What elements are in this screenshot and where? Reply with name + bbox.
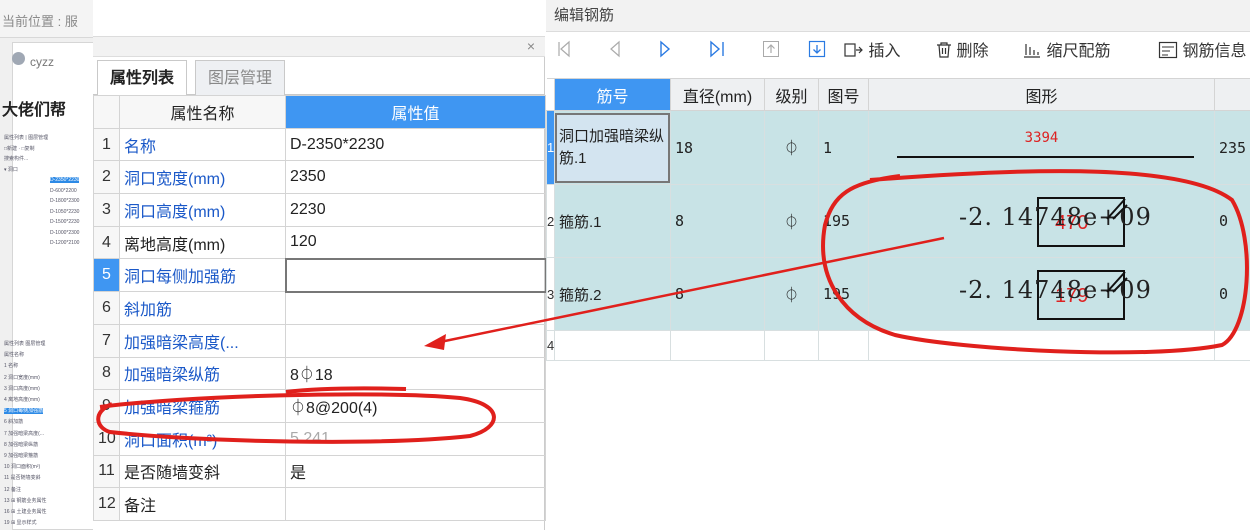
screenshot-root: 当前位置 : 服 cyzz 大佬们帮 属性列表 | 图层管理 □新建 · □复制搜…	[0, 0, 1250, 530]
annotation-circle-row9	[96, 392, 496, 444]
annotation-circle-rebar	[821, 169, 1249, 355]
annotation-arrow-line	[439, 236, 945, 344]
annotation-underline-row8	[285, 386, 407, 394]
red-annotation-overlay	[96, 169, 1249, 444]
annotation-arrow-head	[424, 334, 446, 350]
